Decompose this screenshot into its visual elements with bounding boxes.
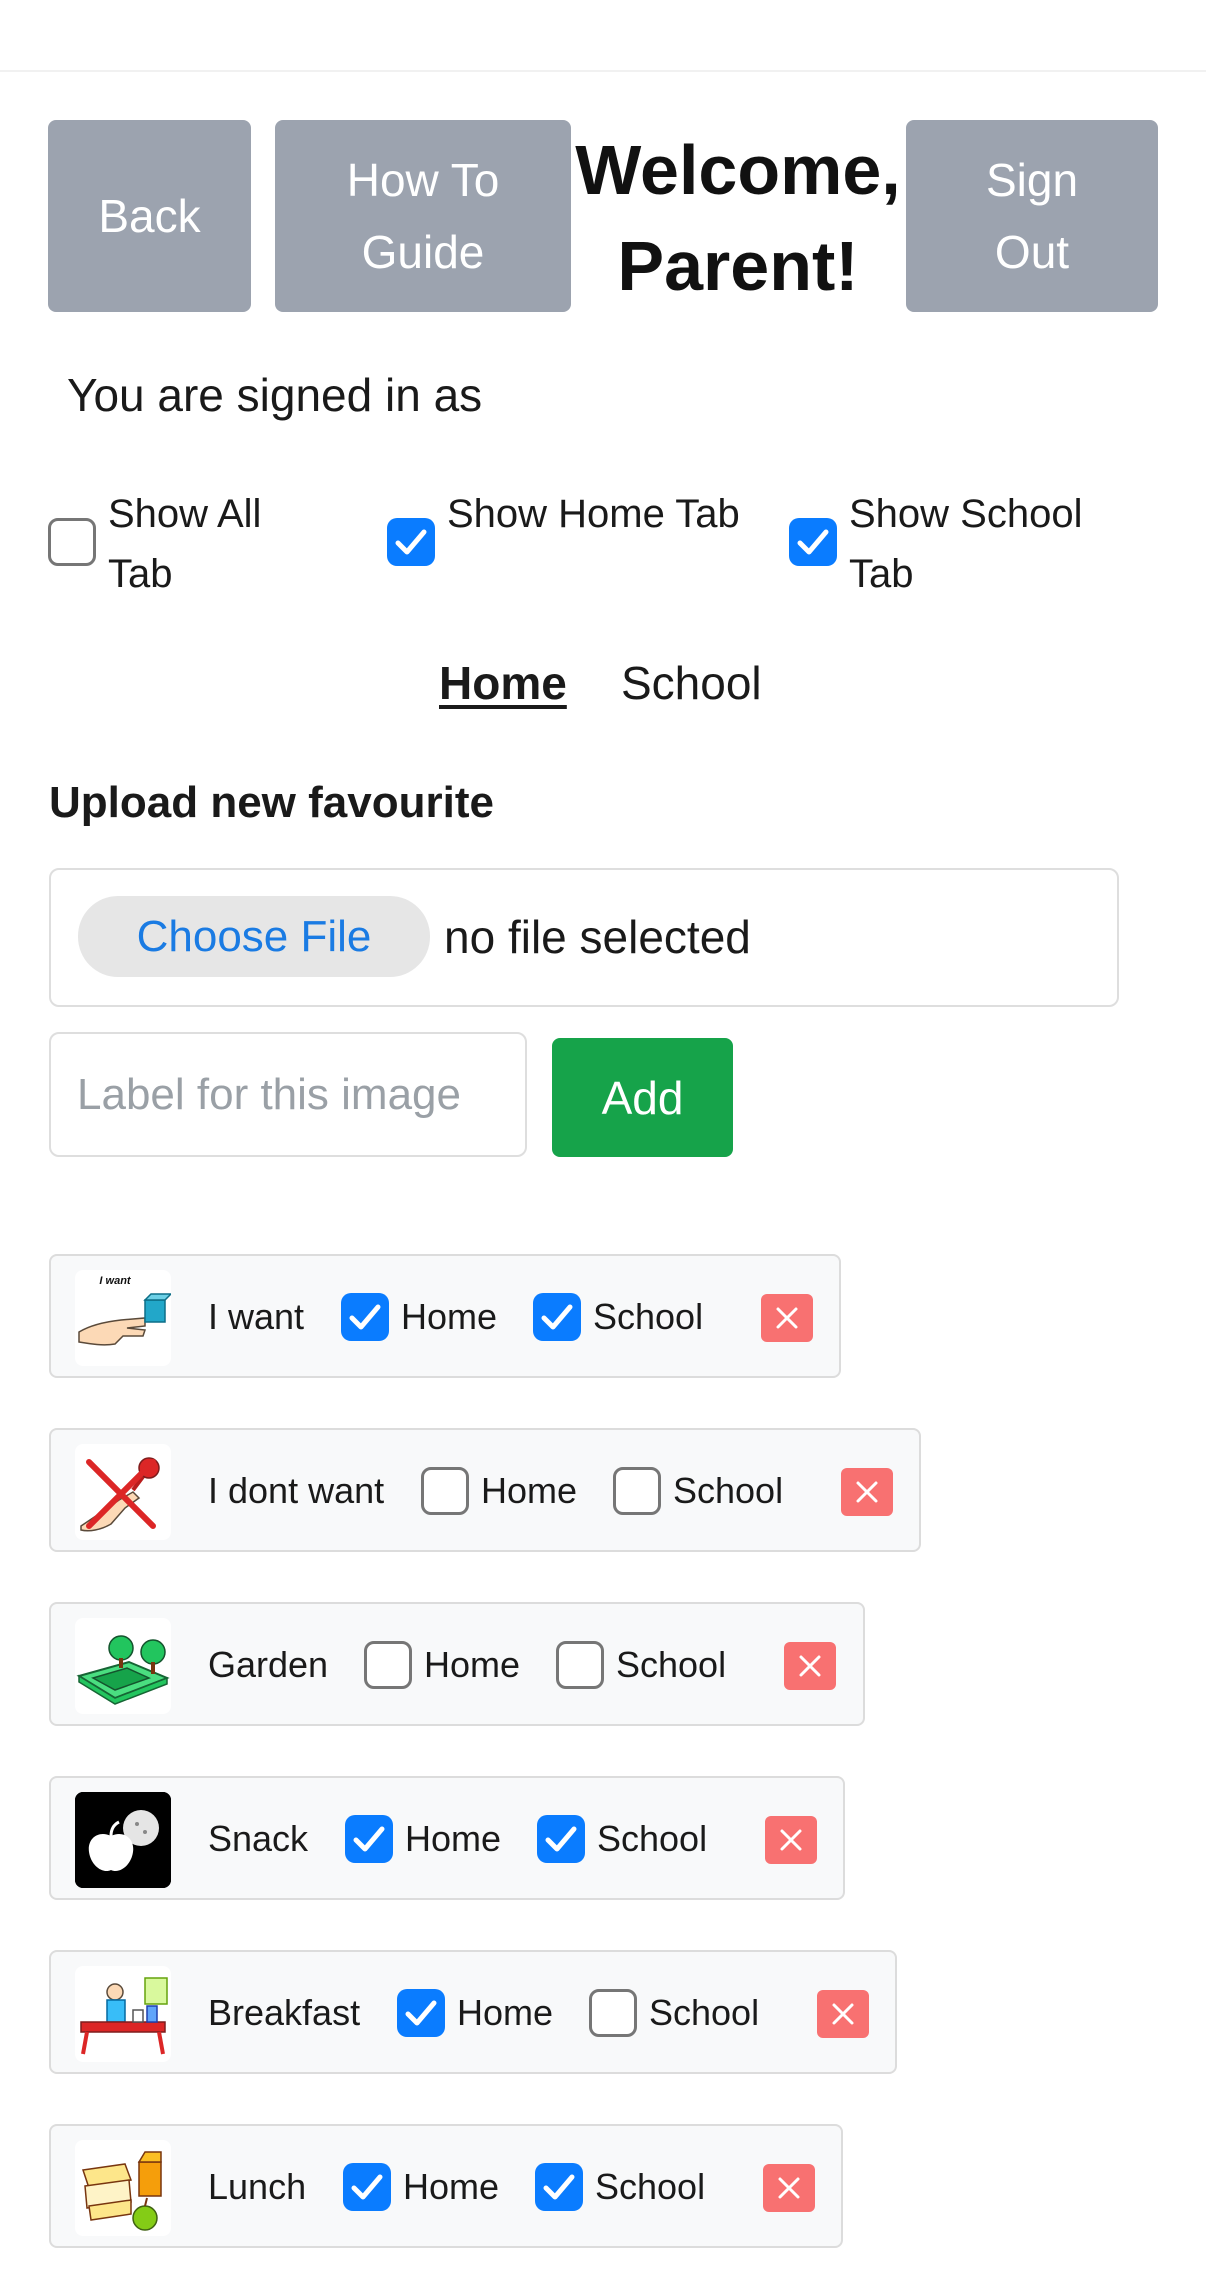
upload-title: Upload new favourite — [49, 778, 494, 827]
favourite-label: Lunch — [208, 2166, 307, 2207]
file-status: no file selected — [444, 911, 751, 963]
home-option-label: Home — [457, 1992, 554, 2033]
favourite-item: Garden Home School — [49, 1602, 865, 1726]
delete-button[interactable] — [841, 1468, 893, 1516]
signed-in-text: You are signed in as — [67, 369, 483, 421]
home-option-label: Home — [401, 1296, 498, 1337]
delete-button[interactable] — [765, 1816, 817, 1864]
school-option-label: School — [597, 1818, 708, 1859]
choose-file-button[interactable]: Choose File — [78, 896, 430, 977]
school-checkbox[interactable] — [556, 1641, 604, 1689]
home-checkbox[interactable] — [341, 1293, 389, 1341]
lunch-icon — [75, 2140, 171, 2236]
home-option-label: Home — [481, 1470, 578, 1511]
school-checkbox[interactable] — [589, 1989, 637, 2037]
show-school-tab-checkbox[interactable] — [789, 518, 837, 566]
home-option-label: Home — [405, 1818, 502, 1859]
favourite-label: I want — [208, 1296, 305, 1337]
favourite-label: Breakfast — [208, 1992, 361, 2033]
welcome-heading: Welcome, Parent! — [575, 131, 901, 305]
how-to-guide-button[interactable]: How To Guide — [275, 120, 571, 312]
delete-button[interactable] — [761, 1294, 813, 1342]
tab-home[interactable]: Home — [439, 656, 567, 710]
school-checkbox[interactable] — [533, 1293, 581, 1341]
home-option-label: Home — [424, 1644, 521, 1685]
home-checkbox[interactable] — [364, 1641, 412, 1689]
school-option-label: School — [616, 1644, 727, 1685]
i-want-icon: I want — [75, 1270, 171, 1366]
school-option-label: School — [673, 1470, 784, 1511]
garden-icon — [75, 1618, 171, 1714]
school-option-label: School — [595, 2166, 706, 2207]
show-all-tab-label: Show All Tab — [108, 492, 262, 596]
delete-button[interactable] — [784, 1642, 836, 1690]
home-checkbox[interactable] — [345, 1815, 393, 1863]
favourite-item: I want I want Home School — [49, 1254, 841, 1378]
image-label-input[interactable] — [49, 1032, 527, 1157]
favourite-label: Garden — [208, 1644, 329, 1685]
delete-button[interactable] — [817, 1990, 869, 2038]
back-button[interactable]: Back — [48, 120, 251, 312]
show-school-tab-label: Show School Tab — [849, 492, 1083, 596]
home-checkbox[interactable] — [421, 1467, 469, 1515]
snack-icon — [75, 1792, 171, 1888]
favourite-item: I dont want Home School — [49, 1428, 921, 1552]
tab-school[interactable]: School — [621, 656, 762, 710]
i-want-thumb-text: I want — [99, 1275, 132, 1287]
school-option-label: School — [593, 1296, 704, 1337]
i-dont-want-icon — [75, 1444, 171, 1540]
favourite-label: Snack — [208, 1818, 309, 1859]
sign-out-button[interactable]: Sign Out — [906, 120, 1158, 312]
show-home-tab-checkbox[interactable] — [387, 518, 435, 566]
favourite-item: Breakfast Home School — [49, 1950, 897, 2074]
favourite-item: Snack Home School — [49, 1776, 845, 1900]
school-checkbox[interactable] — [613, 1467, 661, 1515]
school-checkbox[interactable] — [537, 1815, 585, 1863]
breakfast-icon — [75, 1966, 171, 2062]
top-divider — [0, 70, 1206, 72]
show-all-tab-checkbox[interactable] — [48, 518, 96, 566]
add-button[interactable]: Add — [552, 1038, 733, 1157]
home-option-label: Home — [403, 2166, 500, 2207]
show-home-tab-label: Show Home Tab — [447, 492, 740, 536]
home-checkbox[interactable] — [397, 1989, 445, 2037]
home-checkbox[interactable] — [343, 2163, 391, 2211]
favourite-label: I dont want — [208, 1470, 385, 1511]
delete-button[interactable] — [763, 2164, 815, 2212]
school-option-label: School — [649, 1992, 760, 2033]
favourite-item: Lunch Home School — [49, 2124, 843, 2248]
school-checkbox[interactable] — [535, 2163, 583, 2211]
